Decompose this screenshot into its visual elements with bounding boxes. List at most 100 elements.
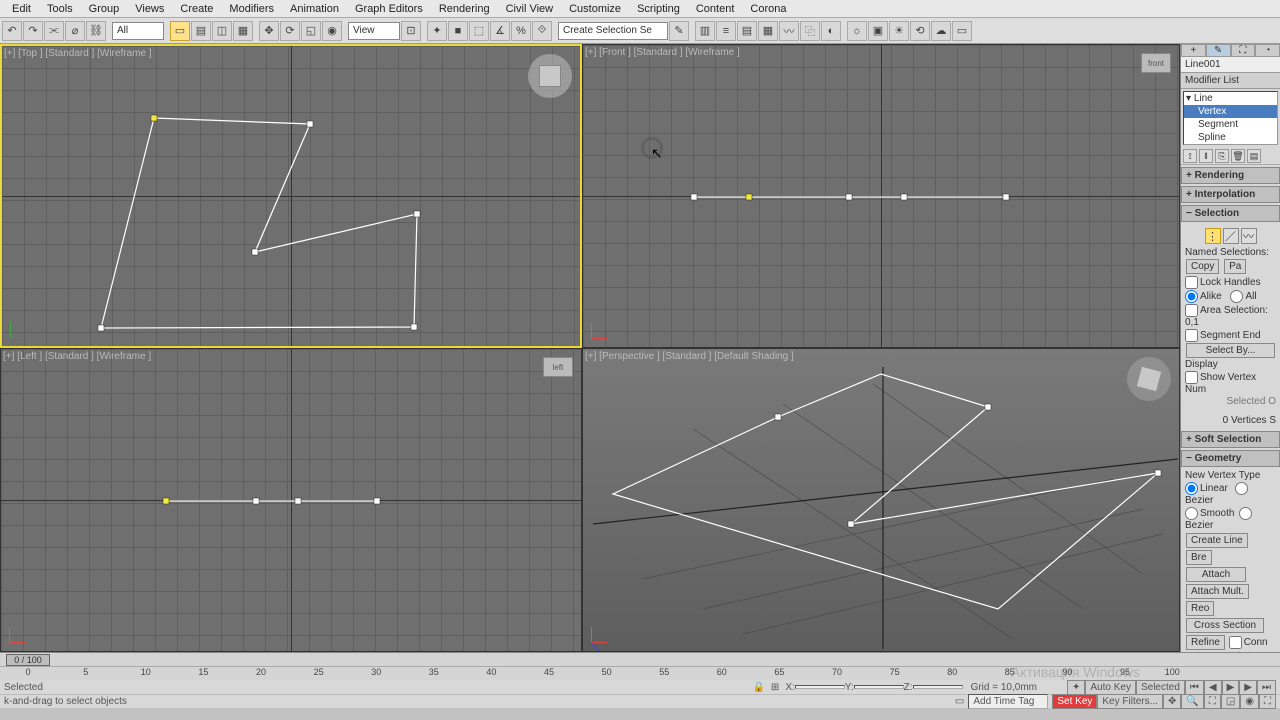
spinner-snap-icon[interactable]: ⟐ <box>532 21 552 41</box>
select-move-icon[interactable]: ✥ <box>259 21 279 41</box>
goto-end-icon[interactable]: ⏭ <box>1257 680 1276 695</box>
curve-editor-icon[interactable]: 〰 <box>779 21 799 41</box>
menu-create[interactable]: Create <box>172 1 221 17</box>
named-selection-dropdown[interactable]: Create Selection Se <box>558 22 668 40</box>
break-button[interactable]: Bre <box>1186 550 1212 565</box>
paste-button[interactable]: Pa <box>1224 259 1246 274</box>
select-object-icon[interactable]: ▭ <box>170 21 190 41</box>
show-vertex-num-check[interactable]: Show Vertex Num <box>1185 371 1276 395</box>
stack-segment[interactable]: Segment <box>1184 118 1277 131</box>
reorient-button[interactable]: Reo <box>1186 601 1214 616</box>
schematic-view-icon[interactable]: ⿻ <box>800 21 820 41</box>
refine-button[interactable]: Refine <box>1186 635 1225 650</box>
x-field[interactable] <box>795 685 845 689</box>
viewport-left[interactable]: [+] [Left ] [Standard ] [Wireframe ] lef… <box>0 348 582 652</box>
menu-edit[interactable]: Edit <box>4 1 39 17</box>
vertex-subobj-icon[interactable]: ⋮ <box>1205 228 1221 244</box>
create-tab-icon[interactable]: + <box>1181 44 1206 57</box>
angle-snap-icon[interactable]: ∡ <box>490 21 510 41</box>
nav-orbit-icon[interactable]: ◉ <box>1240 694 1259 709</box>
rollout-selection[interactable]: Selection <box>1181 205 1280 222</box>
rollout-interpolation[interactable]: Interpolation <box>1181 186 1280 203</box>
prev-frame-icon[interactable]: ◀ <box>1204 680 1222 695</box>
attach-button[interactable]: Attach <box>1186 567 1246 582</box>
use-center-icon[interactable]: ⊡ <box>401 21 421 41</box>
viewport-top[interactable]: [+] [Top ] [Standard ] [Wireframe ] <box>0 44 582 348</box>
smooth-radio[interactable]: Smooth Bezier <box>1185 507 1276 531</box>
nav-pan-icon[interactable]: ✥ <box>1163 694 1181 709</box>
stack-line[interactable]: ▾ Line <box>1184 92 1277 105</box>
render-iter-icon[interactable]: ⟲ <box>910 21 930 41</box>
script-listener-icon[interactable]: ▭ <box>955 696 964 707</box>
area-selection-check[interactable]: Area Selection: 0,1 <box>1185 304 1276 328</box>
redo-icon[interactable]: ↷ <box>23 21 43 41</box>
select-manipulate-icon[interactable]: ✦ <box>427 21 447 41</box>
ref-coord-dropdown[interactable]: View <box>348 22 400 40</box>
menu-scripting[interactable]: Scripting <box>629 1 688 17</box>
show-end-icon[interactable]: ‖ <box>1199 149 1213 163</box>
setkey-button[interactable]: Set Key <box>1052 694 1097 709</box>
viewport-persp-label[interactable]: [+] [Perspective ] [Standard ] [Default … <box>585 351 794 362</box>
menu-civilview[interactable]: Civil View <box>498 1 561 17</box>
edit-selset-icon[interactable]: ✎ <box>669 21 689 41</box>
menu-group[interactable]: Group <box>81 1 128 17</box>
open-render-icon[interactable]: ▭ <box>952 21 972 41</box>
selected-button[interactable]: Selected <box>1136 680 1185 695</box>
viewcube-front[interactable]: front <box>1141 53 1171 73</box>
autokey-button[interactable]: Auto Key <box>1085 680 1136 695</box>
nav-zoom-icon[interactable]: 🔍 <box>1181 694 1203 709</box>
modifier-stack[interactable]: ▾ Line Vertex Segment Spline <box>1183 91 1278 145</box>
create-line-button[interactable]: Create Line <box>1186 533 1248 548</box>
viewport-left-label[interactable]: [+] [Left ] [Standard ] [Wireframe ] <box>3 351 151 362</box>
configure-icon[interactable]: ▤ <box>1247 149 1261 163</box>
make-unique-icon[interactable]: ⎘ <box>1215 149 1229 163</box>
menu-content[interactable]: Content <box>688 1 743 17</box>
unlink-icon[interactable]: ⌀ <box>65 21 85 41</box>
select-region-icon[interactable]: ◫ <box>212 21 232 41</box>
z-field[interactable] <box>913 685 963 689</box>
keyfilters-button[interactable]: Key Filters... <box>1097 694 1163 709</box>
remove-mod-icon[interactable]: 🗑 <box>1231 149 1245 163</box>
align-icon[interactable]: ≡ <box>716 21 736 41</box>
menu-grapheditors[interactable]: Graph Editors <box>347 1 431 17</box>
time-slider[interactable]: 0 / 100 <box>0 652 1280 666</box>
viewcube-persp[interactable] <box>1127 357 1171 401</box>
motion-tab-icon[interactable]: ◔ <box>1255 44 1280 57</box>
viewport-perspective[interactable]: [+] [Perspective ] [Standard ] [Default … <box>582 348 1180 652</box>
render-setup-icon[interactable]: ☼ <box>847 21 867 41</box>
y-field[interactable] <box>854 685 904 689</box>
bind-icon[interactable]: ⛓ <box>86 21 106 41</box>
spline-subobj-icon[interactable]: 〰 <box>1241 228 1257 244</box>
keyboard-shortcut-icon[interactable]: ■ <box>448 21 468 41</box>
viewport-front[interactable]: [+] [Front ] [Standard ] [Wireframe ] fr… <box>582 44 1180 348</box>
viewcube-left[interactable]: left <box>543 357 573 377</box>
menu-tools[interactable]: Tools <box>39 1 81 17</box>
snaps-toggle-icon[interactable]: ⬚ <box>469 21 489 41</box>
linear-radio[interactable]: Linear Bezier <box>1185 482 1276 506</box>
nav-zoomext-icon[interactable]: ⛶ <box>1204 694 1221 709</box>
pin-stack-icon[interactable]: ⟟ <box>1183 149 1197 163</box>
cross-section-button[interactable]: Cross Section <box>1186 618 1264 633</box>
object-name-field[interactable]: Line001 <box>1181 57 1280 73</box>
goto-start-icon[interactable]: ⏮ <box>1185 680 1204 695</box>
time-ruler[interactable]: 0 5 10 15 20 25 30 35 40 45 50 55 60 65 … <box>0 666 1280 680</box>
percent-snap-icon[interactable]: % <box>511 21 531 41</box>
rollout-soft-selection[interactable]: Soft Selection <box>1181 431 1280 448</box>
hierarchy-tab-icon[interactable]: ⛶ <box>1231 44 1256 57</box>
time-slider-handle[interactable]: 0 / 100 <box>6 654 50 666</box>
viewcube-top[interactable] <box>528 54 572 98</box>
rollout-geometry[interactable]: Geometry <box>1181 450 1280 467</box>
select-name-icon[interactable]: ▤ <box>191 21 211 41</box>
link-icon[interactable]: ⫘ <box>44 21 64 41</box>
mirror-icon[interactable]: ▥ <box>695 21 715 41</box>
attach-mult-button[interactable]: Attach Mult. <box>1186 584 1249 599</box>
play-icon[interactable]: ▶ <box>1222 680 1240 695</box>
segment-end-check[interactable]: Segment End <box>1185 329 1276 342</box>
rollout-rendering[interactable]: Rendering <box>1181 167 1280 184</box>
toggle-ribbon-icon[interactable]: ▦ <box>758 21 778 41</box>
alike-radio[interactable]: Alike All <box>1185 290 1276 303</box>
stack-spline[interactable]: Spline <box>1184 131 1277 144</box>
viewport-top-label[interactable]: [+] [Top ] [Standard ] [Wireframe ] <box>4 48 152 59</box>
layers-icon[interactable]: ▤ <box>737 21 757 41</box>
menu-animation[interactable]: Animation <box>282 1 347 17</box>
